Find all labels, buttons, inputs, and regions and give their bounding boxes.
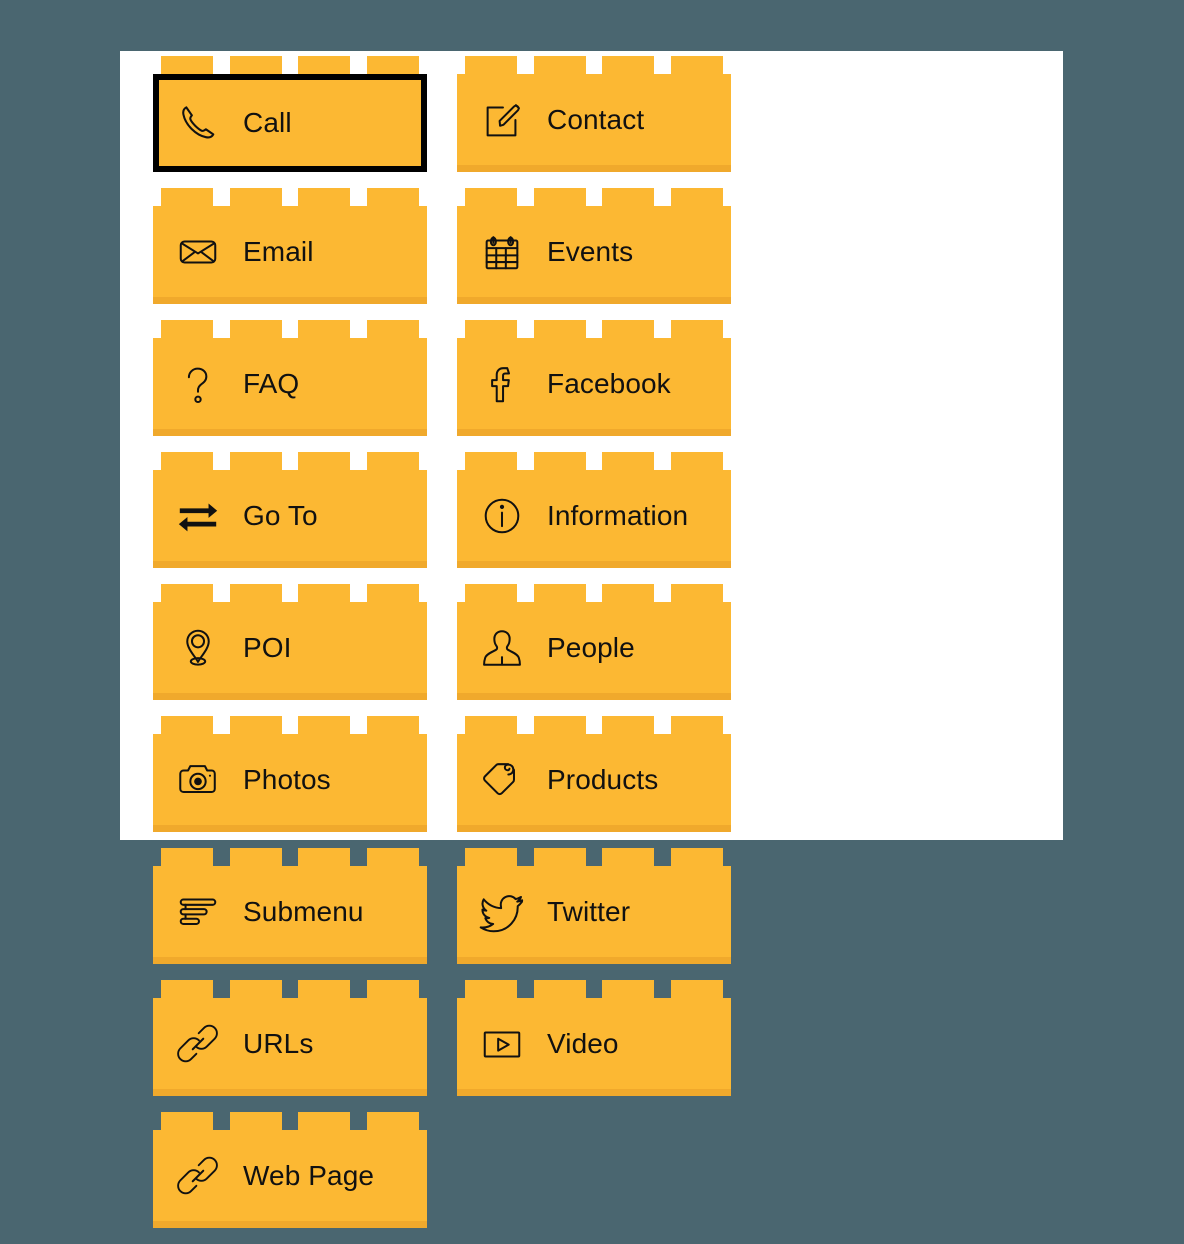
brick-label: Call	[243, 107, 292, 138]
menu-item-type-panel: Call Contact Email Events FAQ Facebook Go To In…	[120, 51, 1063, 1228]
calendar-icon	[479, 229, 525, 275]
brick-label: Video	[547, 1027, 619, 1059]
brick-label: Events	[547, 235, 634, 267]
brick-label: Go To	[243, 499, 318, 531]
brick-cell: Facebook	[457, 320, 761, 452]
map-pin-icon	[175, 625, 221, 671]
camera-icon	[175, 757, 221, 803]
person-icon	[479, 625, 525, 671]
brick-grid: Call Contact Email Events FAQ Facebook Go To In…	[153, 56, 1063, 1244]
brick-label: Twitter	[547, 895, 631, 927]
brick-cell: Call	[153, 56, 457, 188]
brick-body[interactable]: URLs	[153, 998, 427, 1096]
brick-contact[interactable]: Contact	[457, 56, 731, 172]
tag-icon	[479, 757, 525, 803]
brick-cell: URLs	[153, 980, 457, 1112]
brick-label: URLs	[243, 1027, 314, 1059]
brick-body[interactable]: Submenu	[153, 866, 427, 964]
brick-people[interactable]: People	[457, 584, 731, 700]
brick-body[interactable]: Web Page	[153, 1130, 427, 1228]
brick-label: FAQ	[243, 367, 300, 399]
link-icon	[175, 1153, 221, 1199]
brick-body[interactable]: Events	[457, 206, 731, 304]
brick-label: People	[547, 631, 635, 663]
brick-label: Photos	[243, 763, 331, 795]
brick-products[interactable]: Products	[457, 716, 731, 832]
brick-label: Web Page	[243, 1159, 375, 1191]
brick-body[interactable]: Photos	[153, 734, 427, 832]
link-icon	[175, 1021, 221, 1067]
brick-facebook[interactable]: Facebook	[457, 320, 731, 436]
brick-body[interactable]: POI	[153, 602, 427, 700]
brick-cell: Events	[457, 188, 761, 320]
brick-body[interactable]: Information	[457, 470, 731, 568]
brick-cell: People	[457, 584, 761, 716]
brick-cell: Information	[457, 452, 761, 584]
brick-information[interactable]: Information	[457, 452, 731, 568]
brick-body[interactable]: Contact	[457, 74, 731, 172]
brick-cell: Web Page	[153, 1112, 457, 1244]
brick-label: Facebook	[547, 367, 671, 399]
brick-body[interactable]: Facebook	[457, 338, 731, 436]
brick-cell: POI	[153, 584, 457, 716]
play-box-icon	[479, 1021, 525, 1067]
brick-body[interactable]: Call	[153, 74, 427, 172]
brick-submenu[interactable]: Submenu	[153, 848, 427, 964]
brick-cell: Twitter	[457, 848, 761, 980]
brick-body[interactable]: Twitter	[457, 866, 731, 964]
brick-body[interactable]: Go To	[153, 470, 427, 568]
brick-cell: FAQ	[153, 320, 457, 452]
brick-events[interactable]: Events	[457, 188, 731, 304]
brick-twitter[interactable]: Twitter	[457, 848, 731, 964]
brick-cell: Email	[153, 188, 457, 320]
brick-cell: Go To	[153, 452, 457, 584]
brick-body[interactable]: Email	[153, 206, 427, 304]
brick-video[interactable]: Video	[457, 980, 731, 1096]
twitter-icon	[479, 889, 525, 935]
brick-poi[interactable]: POI	[153, 584, 427, 700]
brick-label: Contact	[547, 103, 645, 135]
brick-body[interactable]: Video	[457, 998, 731, 1096]
brick-urls[interactable]: URLs	[153, 980, 427, 1096]
brick-label: Email	[243, 235, 314, 267]
brick-label: Information	[547, 499, 689, 531]
brick-cell: Products	[457, 716, 761, 848]
brick-label: Submenu	[243, 895, 364, 927]
screen: Call Contact Email Events FAQ Facebook Go To In…	[0, 0, 1184, 1228]
brick-photos[interactable]: Photos	[153, 716, 427, 832]
phone-icon	[175, 100, 221, 146]
brick-body[interactable]: FAQ	[153, 338, 427, 436]
brick-faq[interactable]: FAQ	[153, 320, 427, 436]
brick-call[interactable]: Call	[153, 56, 427, 172]
facebook-icon	[479, 361, 525, 407]
brick-goto[interactable]: Go To	[153, 452, 427, 568]
brick-body[interactable]: Products	[457, 734, 731, 832]
brick-label: POI	[243, 631, 292, 663]
brick-body[interactable]: People	[457, 602, 731, 700]
list-bars-icon	[175, 889, 221, 935]
info-circle-icon	[479, 493, 525, 539]
brick-label: Products	[547, 763, 659, 795]
brick-webpage[interactable]: Web Page	[153, 1112, 427, 1228]
brick-cell: Contact	[457, 56, 761, 188]
brick-cell: Submenu	[153, 848, 457, 980]
envelope-icon	[175, 229, 221, 275]
question-icon	[175, 361, 221, 407]
compose-icon	[479, 97, 525, 143]
brick-cell: Photos	[153, 716, 457, 848]
arrows-icon	[175, 493, 221, 539]
brick-cell: Video	[457, 980, 761, 1112]
brick-email[interactable]: Email	[153, 188, 427, 304]
